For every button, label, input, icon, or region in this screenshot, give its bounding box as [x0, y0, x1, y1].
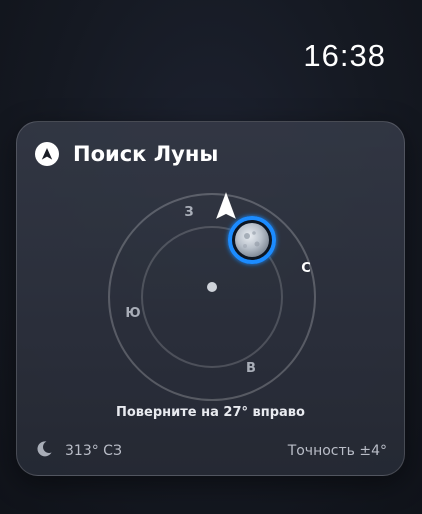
widget-header: Поиск Луны: [35, 142, 218, 166]
compass-arrow-icon: [35, 142, 59, 166]
direction-label-north-right: С: [301, 261, 311, 276]
direction-label-west-top: З: [184, 205, 193, 220]
turn-instruction: Поверните на 27° вправо: [116, 405, 305, 420]
widget-title: Поиск Луны: [73, 142, 219, 166]
compass-center-dot: [207, 282, 217, 292]
direction-label-east-bottom: В: [246, 361, 256, 376]
azimuth-value: 313° СЗ: [65, 443, 122, 459]
status-time: 16:38: [303, 38, 386, 73]
compass-dial: З С В Ю: [107, 192, 317, 402]
crescent-moon-icon: [35, 440, 53, 462]
moon-finder-widget[interactable]: Поиск Луны З С В Ю Поверните на 27° впра…: [16, 121, 405, 476]
direction-label-south-left: Ю: [125, 306, 140, 321]
accuracy-value: Точность ±4°: [287, 443, 387, 459]
moon-icon[interactable]: [228, 216, 276, 264]
compass-outer-ring: [108, 193, 316, 401]
azimuth-readout: 313° СЗ: [35, 440, 122, 462]
